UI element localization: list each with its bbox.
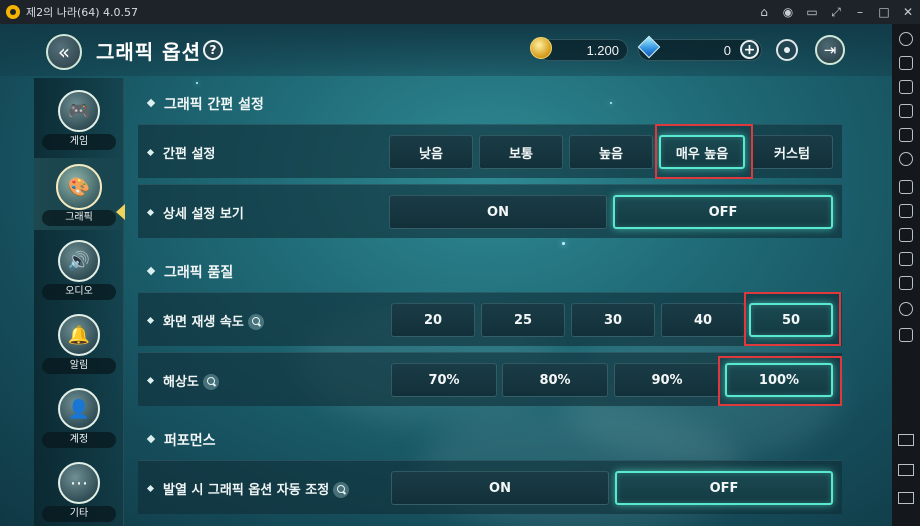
framerate-option-50[interactable]: 50 [749,303,833,337]
resolution-option-90[interactable]: 90% [614,363,720,397]
user-icon: 👤 [58,388,100,430]
preset-option-low[interactable]: 낮음 [389,135,473,169]
volume-up-icon[interactable] [899,80,913,94]
help-button[interactable]: ? [203,40,223,60]
setting-label-text: 해상도 [163,375,199,390]
window-title-bar: 제2의 나라(64) 4.0.57 ⌂ ◉ ▭ ⤢ – □ ✕ [0,0,920,24]
magnifier-icon[interactable] [247,313,264,330]
detail-option-off[interactable]: OFF [613,195,833,229]
setting-label: 해상도 [148,371,219,391]
setting-row-auto-adjust: 발열 시 그래픽 옵션 자동 조정 ON OFF [138,460,842,514]
android-back-icon[interactable] [898,434,914,446]
minimize-icon[interactable]: – [848,5,872,19]
setting-row-resolution: 해상도 70% 80% 90% 100% [138,352,842,406]
setting-label: 상세 설정 보기 [148,203,244,222]
framerate-option-20[interactable]: 20 [391,303,475,337]
setting-row-preset: 간편 설정 낮음 보통 높음 매우 높음 커스텀 [138,124,842,178]
gold-amount: 1.200 [586,43,619,58]
settings-sidebar: 🎮 게임 🎨 그래픽 🔊 오디오 🔔 알림 👤 계정 ⋯ 기타 [34,78,124,526]
sidebar-item-label: 알림 [42,358,116,374]
game-viewport: « 그래픽 옵션 ? 1.200 0 + ⇥ 🎮 게임 🎨 그래픽 🔊 오디오 … [0,24,892,526]
more-tools-icon[interactable] [899,328,913,342]
setting-row-framerate: 화면 재생 속도 20 25 30 40 50 [138,292,842,346]
folder-icon[interactable] [899,276,913,290]
section-title-performance: 퍼포먼스 [148,430,216,450]
sidebar-item-label: 오디오 [42,284,116,300]
setting-label-text: 발열 시 그래픽 옵션 자동 조정 [163,483,330,498]
sidebar-item-label: 게임 [42,134,116,150]
expand-icon[interactable]: ⤢ [824,5,848,20]
exit-door-icon: ⇥ [823,41,837,59]
sidebar-item-label: 기타 [42,506,116,522]
account-icon[interactable]: ◉ [776,5,800,19]
sidebar-item-etc[interactable]: ⋯ 기타 [34,454,124,526]
setting-label: 화면 재생 속도 [148,311,264,331]
setting-label-text: 화면 재생 속도 [163,315,244,330]
auto-adjust-option-off[interactable]: OFF [615,471,833,505]
preset-option-high[interactable]: 높음 [569,135,653,169]
gamepad-icon[interactable]: ⌂ [752,5,776,19]
record-icon[interactable] [899,152,913,166]
sidebar-item-game[interactable]: 🎮 게임 [34,82,124,154]
header-bar: « 그래픽 옵션 ? 1.200 0 + ⇥ [0,24,892,76]
section-title-quick: 그래픽 간편 설정 [148,94,264,114]
back-arrow-icon: « [57,40,71,64]
sync-icon[interactable] [899,302,913,316]
section-title-quality: 그래픽 품질 [148,262,233,282]
auto-adjust-option-on[interactable]: ON [391,471,609,505]
gem-amount: 0 [723,43,731,58]
page-title: 그래픽 옵션 [96,40,201,64]
scissors-icon[interactable] [899,228,913,242]
more-icon: ⋯ [58,462,100,504]
back-button[interactable]: « [46,34,82,70]
screenshot-icon[interactable] [899,128,913,142]
palette-icon: 🎨 [56,164,102,210]
bookmark-icon[interactable]: ▭ [800,5,824,19]
setting-row-detail-view: 상세 설정 보기 ON OFF [138,184,842,238]
setting-label: 발열 시 그래픽 옵션 자동 조정 [148,479,350,499]
exchange-button[interactable] [776,39,798,61]
sidebar-item-label: 계정 [42,432,116,448]
android-recents-icon[interactable] [898,492,914,504]
install-apk-icon[interactable] [899,180,913,194]
gold-coin-icon [530,37,552,59]
sidebar-item-account[interactable]: 👤 계정 [34,380,124,452]
gamepad-icon: 🎮 [58,90,100,132]
keyboard-icon[interactable] [899,56,913,70]
detail-option-on[interactable]: ON [389,195,607,229]
add-gem-button[interactable]: + [740,40,759,59]
emulator-toolbar [892,24,920,526]
android-home-icon[interactable] [898,464,914,476]
preset-option-very-high[interactable]: 매우 높음 [659,135,745,169]
sidebar-item-notifications[interactable]: 🔔 알림 [34,306,124,378]
media-icon[interactable] [899,252,913,266]
resolution-option-80[interactable]: 80% [502,363,608,397]
magnifier-icon[interactable] [333,481,350,498]
framerate-option-30[interactable]: 30 [571,303,655,337]
speaker-icon: 🔊 [58,240,100,282]
framerate-option-25[interactable]: 25 [481,303,565,337]
apk-icon[interactable] [899,204,913,218]
sidebar-item-label: 그래픽 [42,210,116,226]
sidebar-item-audio[interactable]: 🔊 오디오 [34,232,124,304]
exit-button[interactable]: ⇥ [815,35,845,65]
magnifier-icon[interactable] [202,373,219,390]
resolution-option-70[interactable]: 70% [391,363,497,397]
window-title: 제2의 나라(64) 4.0.57 [26,6,139,19]
maximize-icon[interactable]: □ [872,5,896,19]
close-icon[interactable]: ✕ [896,5,920,19]
volume-down-icon[interactable] [899,104,913,118]
bell-icon: 🔔 [58,314,100,356]
settings-icon[interactable] [899,32,913,46]
preset-option-normal[interactable]: 보통 [479,135,563,169]
preset-option-custom[interactable]: 커스텀 [751,135,833,169]
framerate-option-40[interactable]: 40 [661,303,745,337]
app-logo-icon [6,5,20,19]
setting-label: 간편 설정 [148,143,215,162]
resolution-option-100[interactable]: 100% [725,363,833,397]
active-tab-indicator [116,204,125,220]
sidebar-item-graphics[interactable]: 🎨 그래픽 [34,158,124,230]
